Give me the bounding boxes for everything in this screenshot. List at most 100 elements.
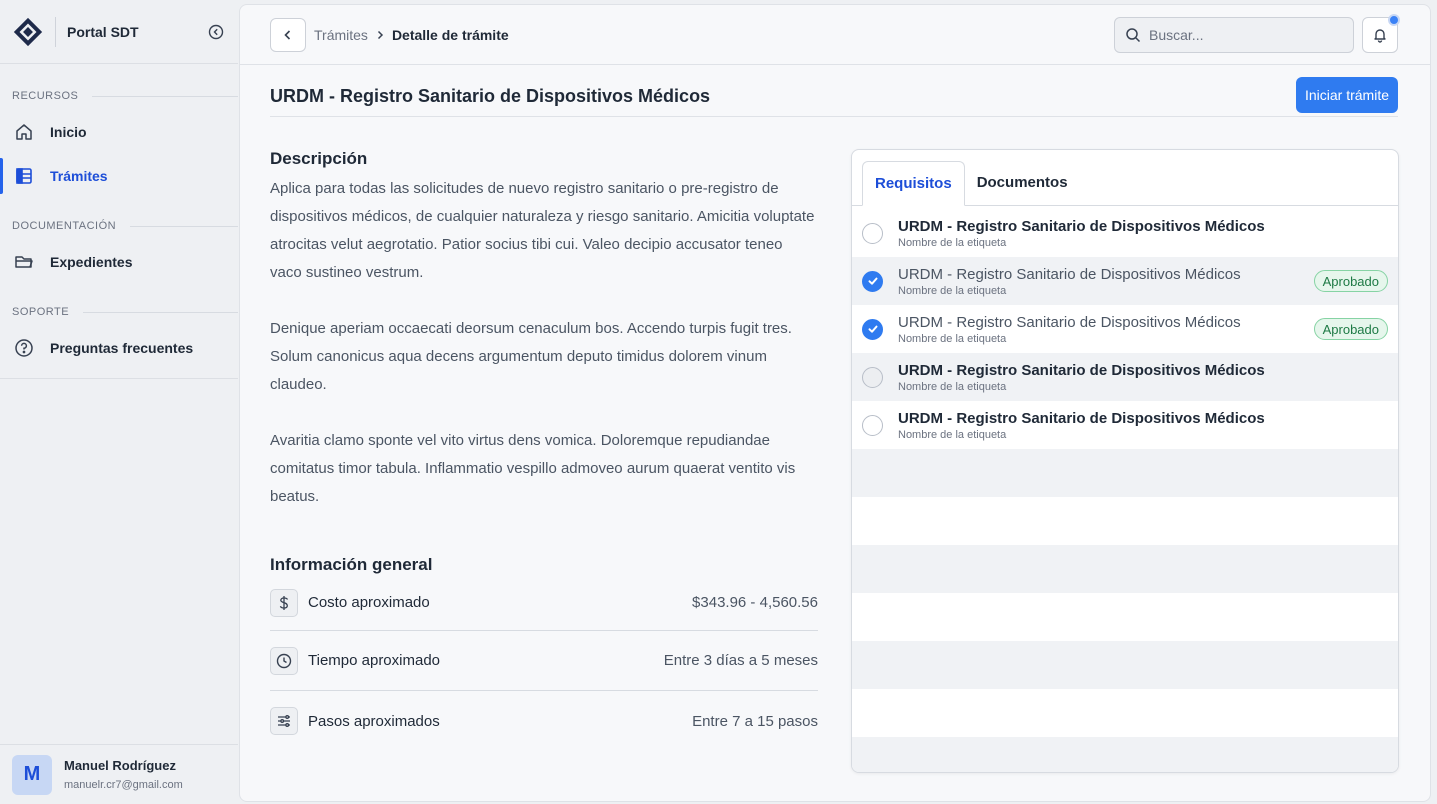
info-row-steps: Pasos aproximados Entre 7 a 15 pasos [270, 691, 818, 751]
home-icon [12, 120, 36, 144]
requirement-title: URDM - Registro Sanitario de Dispositivo… [898, 217, 1265, 235]
avatar: M [12, 754, 52, 795]
empty-row [852, 545, 1398, 593]
steps-icon [270, 707, 298, 735]
list-item: URDM - Registro Sanitario de Dispositivo… [852, 401, 1398, 449]
brand-divider [55, 16, 56, 47]
question-icon [12, 336, 36, 360]
info-value: Entre 3 días a 5 meses [663, 652, 818, 669]
clock-icon [270, 646, 298, 675]
status-badge: Aprobado [1313, 318, 1388, 340]
search-icon [1126, 27, 1141, 42]
list-item: URDM - Registro Sanitario de Dispositivo… [852, 305, 1398, 353]
list-item: URDM - Registro Sanitario de Dispositivo… [852, 257, 1398, 305]
breadcrumb-current: Detalle de trámite [391, 26, 509, 43]
description-section: Descripción Aplica para todas las solici… [270, 149, 818, 751]
description-paragraph: Avaritia clamo sponte vel vito virtus de… [270, 432, 796, 505]
requirement-subtitle: Nombre de la etiqueta [898, 284, 1007, 297]
nav-divider [0, 378, 238, 379]
breadcrumb: Trámites Detalle de trámite [314, 27, 509, 43]
info-label: Costo aproximado [308, 594, 430, 611]
section-title: RECURSOS [12, 90, 79, 102]
section-title: DOCUMENTACIÓN [12, 220, 117, 232]
requirement-title: URDM - Registro Sanitario de Dispositivo… [898, 313, 1241, 331]
bell-icon [1374, 28, 1386, 43]
tab-bar: Requisitos Documentos [852, 150, 1398, 206]
info-value: $343.96 - 4,560.56 [692, 594, 818, 611]
collapse-icon [208, 24, 224, 39]
section-recursos: RECURSOS [12, 86, 238, 106]
requirement-title: URDM - Registro Sanitario de Dispositivo… [898, 265, 1241, 283]
notifications-button[interactable] [1362, 13, 1400, 53]
empty-row [852, 449, 1398, 497]
folder-icon [12, 250, 36, 274]
requirement-subtitle: Nombre de la etiqueta [898, 380, 1007, 393]
sidebar: Portal SDT RECURSOS Inicio Trámites DOCU… [0, 0, 238, 804]
user-name: Manuel Rodríguez [64, 758, 176, 773]
requirement-checkbox[interactable] [862, 366, 883, 388]
requirements-list: URDM - Registro Sanitario de Dispositivo… [852, 209, 1398, 772]
requirement-subtitle: Nombre de la etiqueta [898, 428, 1007, 441]
requirement-checkbox[interactable] [862, 318, 883, 340]
empty-row [852, 689, 1398, 737]
chevron-right-icon [374, 29, 386, 41]
info-list: Costo aproximado $343.96 - 4,560.56 Tiem… [270, 575, 818, 751]
brand-header: Portal SDT [0, 0, 238, 64]
info-label: Tiempo aproximado [308, 652, 441, 669]
sidebar-item-label: Inicio [50, 124, 87, 140]
sidebar-item-label: Expedientes [50, 254, 133, 270]
info-label: Pasos aproximados [308, 712, 440, 730]
info-row-time: Tiempo aproximado Entre 3 días a 5 meses [270, 631, 818, 691]
notification-dot [1388, 13, 1400, 26]
requirement-title: URDM - Registro Sanitario de Dispositivo… [898, 409, 1265, 427]
requirement-subtitle: Nombre de la etiqueta [898, 332, 1007, 345]
description-paragraph: Denique aperiam occaecati deorsum cenacu… [270, 320, 792, 393]
empty-row [852, 641, 1398, 689]
logo-icon [12, 16, 44, 48]
sidebar-item-preguntas-frecuentes[interactable]: Preguntas frecuentes [12, 330, 238, 366]
description-heading: Descripción [270, 149, 368, 168]
sidebar-nav: RECURSOS Inicio Trámites DOCUMENTACIÓN E… [0, 86, 238, 366]
info-heading: Información general [270, 555, 433, 574]
description-paragraph: Aplica para todas las solicitudes de nue… [270, 180, 815, 281]
sidebar-item-expedientes[interactable]: Expedientes [12, 244, 238, 280]
breadcrumb-parent[interactable]: Trámites [314, 27, 368, 43]
info-value: Entre 7 a 15 pasos [692, 712, 818, 730]
info-row-cost: Costo aproximado $343.96 - 4,560.56 [270, 575, 818, 631]
section-title: SOPORTE [12, 306, 70, 318]
requirement-checkbox[interactable] [862, 222, 883, 244]
page-header: URDM - Registro Sanitario de Dispositivo… [270, 76, 1398, 117]
section-documentacion: DOCUMENTACIÓN [12, 216, 238, 236]
requirement-checkbox[interactable] [862, 270, 883, 292]
app-name: Portal SDT [67, 23, 139, 40]
list-item: URDM - Registro Sanitario de Dispositivo… [852, 353, 1398, 401]
tramites-icon [12, 164, 36, 188]
sidebar-item-label: Trámites [50, 168, 108, 184]
empty-row [852, 737, 1398, 772]
start-procedure-button[interactable]: Iniciar trámite [1295, 76, 1398, 113]
status-badge: Aprobado [1313, 270, 1388, 292]
back-button[interactable] [270, 17, 306, 52]
requirements-card: Requisitos Documentos URDM - Registro Sa… [851, 149, 1399, 773]
section-soporte: SOPORTE [12, 302, 238, 322]
sidebar-item-tramites[interactable]: Trámites [0, 158, 238, 194]
tab-requisitos[interactable]: Requisitos [862, 161, 965, 206]
empty-row [852, 497, 1398, 545]
user-profile[interactable]: M Manuel Rodríguez manuelr.cr7@gmail.com [0, 744, 238, 804]
requirement-subtitle: Nombre de la etiqueta [898, 236, 1007, 249]
check-icon [868, 277, 877, 285]
empty-row [852, 593, 1398, 641]
main-panel: Trámites Detalle de trámite URDM - Regis… [239, 4, 1431, 802]
tab-documentos[interactable]: Documentos [965, 160, 1080, 205]
collapse-sidebar-button[interactable] [206, 22, 226, 42]
list-item: URDM - Registro Sanitario de Dispositivo… [852, 209, 1398, 257]
search-input[interactable] [1149, 26, 1339, 43]
sidebar-item-inicio[interactable]: Inicio [12, 114, 238, 150]
search-box [1114, 16, 1354, 53]
sidebar-item-label: Preguntas frecuentes [50, 340, 194, 356]
requirement-title: URDM - Registro Sanitario de Dispositivo… [898, 361, 1265, 379]
topbar: Trámites Detalle de trámite [240, 5, 1430, 65]
check-icon [868, 325, 877, 333]
requirement-checkbox[interactable] [862, 414, 883, 436]
user-email: manuelr.cr7@gmail.com [64, 779, 183, 791]
